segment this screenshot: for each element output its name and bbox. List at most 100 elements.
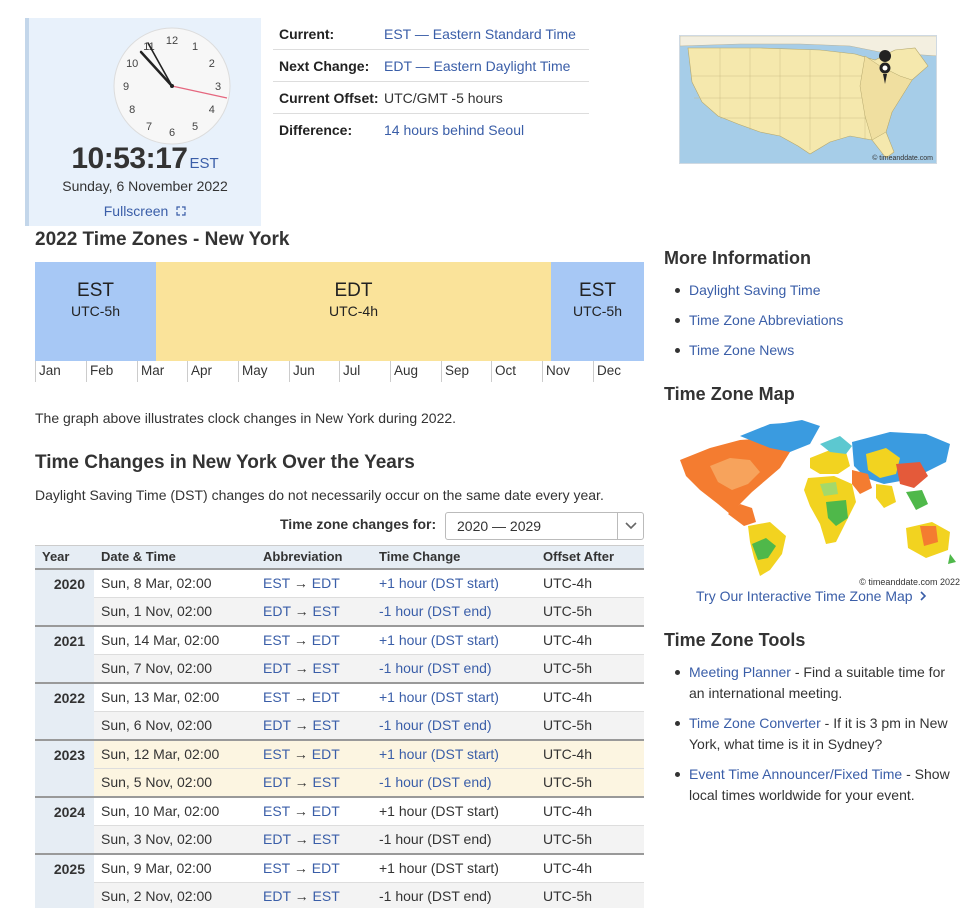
month-label: Aug [390,361,441,382]
month-label: Oct [491,361,542,382]
more-info-heading: More Information [664,248,811,268]
map-copyright: © timeanddate.com [872,155,933,162]
meeting-planner-link[interactable]: Meeting Planner [689,664,791,680]
abbr-to-link[interactable]: EST [313,831,340,847]
tz-news-link[interactable]: Time Zone News [689,342,794,358]
abbr-to-link[interactable]: EDT [312,746,340,762]
arrow-right-icon: → [290,831,313,847]
abbr-from-link[interactable]: EDT [263,831,291,847]
abbr-from-link[interactable]: EDT [263,888,291,904]
time-change-cell: -1 hour (DST end) [372,882,536,908]
table-header-row: Year Date & Time Abbreviation Time Chang… [35,545,644,569]
world-timezone-map[interactable]: © timeanddate.com 2022 [670,418,962,587]
time-change-link[interactable]: +1 hour (DST start) [379,746,499,762]
tz-abbr: EST [77,280,114,301]
clock-panel: 12 1 2 3 4 5 6 7 8 9 10 11 10:53:17 EST Sunday, 6 No… [25,18,261,226]
table-row: Sun, 3 Nov, 02:00 EDT → EST -1 hour (DST e… [35,825,644,854]
list-item: Time Zone News [672,340,962,361]
info-value-link[interactable]: 14 hours behind Seoul [384,122,589,138]
time-change-link[interactable]: -1 hour (DST end) [379,660,492,676]
abbr-from-link[interactable]: EST [263,575,290,591]
tz-offset: UTC-4h [328,303,378,319]
tz-block-est: EST UTC-5h [551,262,644,361]
tz-offset: UTC-5h [572,303,622,319]
abbr-from-link[interactable]: EST [263,689,290,705]
abbr-to-link[interactable]: EDT [312,689,340,705]
time-change-cell: -1 hour (DST end) [372,768,536,797]
column-header: Time Change [372,545,536,569]
info-label: Current Offset: [279,89,379,106]
location-map[interactable]: © timeanddate.com [679,35,937,164]
info-value-link[interactable]: EDT — Eastern Daylight Time [384,58,589,74]
time-change-link[interactable]: -1 hour (DST end) [379,774,492,790]
abbr-from-link[interactable]: EST [263,746,290,762]
year-range-label: Time zone changes for: [280,516,437,532]
interactive-map-link[interactable]: Try Our Interactive Time Zone Map [696,588,927,604]
fullscreen-icon [176,206,186,216]
offset-cell: UTC-5h [536,654,644,683]
month-label: Jul [339,361,390,382]
arrow-right-icon: → [289,575,312,591]
list-item: Daylight Saving Time [672,280,962,301]
date-cell: Sun, 6 Nov, 02:00 [94,711,256,740]
abbreviation-cell: EDT → EST [256,768,372,797]
year-range-select[interactable]: 2020 — 2029 [445,512,644,540]
event-time-announcer-link[interactable]: Event Time Announcer/Fixed Time [689,766,902,782]
date-cell: Sun, 13 Mar, 02:00 [94,681,256,712]
time-change-cell: +1 hour (DST start) [372,852,536,883]
dst-link[interactable]: Daylight Saving Time [689,282,821,298]
fullscreen-button[interactable]: Fullscreen [29,203,261,219]
time-change-text: -1 hour (DST end) [379,888,492,905]
time-change-link[interactable]: +1 hour (DST start) [379,632,499,648]
abbr-to-link[interactable]: EST [313,603,340,619]
info-value-link[interactable]: EST — Eastern Standard Time [384,26,589,42]
abbr-from-link[interactable]: EDT [263,660,291,676]
abbreviation-cell: EST → EDT [256,567,372,598]
chevron-down-icon[interactable] [617,513,643,539]
arrow-right-icon: → [290,888,313,905]
list-item: Meeting Planner - Find a suitable time f… [672,662,962,704]
time-change-cell: -1 hour (DST end) [372,711,536,740]
tz-converter-link[interactable]: Time Zone Converter [689,715,821,731]
abbr-to-link[interactable]: EDT [312,860,340,876]
table-row: Sun, 2 Nov, 02:00 EDT → EST -1 hour (DST e… [35,882,644,908]
clock-date: Sunday, 6 November 2022 [62,178,228,194]
time-change-cell: +1 hour (DST start) [372,738,536,769]
abbr-to-link[interactable]: EDT [312,632,340,648]
time-change-cell: +1 hour (DST start) [372,795,536,826]
table-row: 2020 Sun, 8 Mar, 02:00 EST → EDT +1 hour (D… [35,567,644,626]
abbr-to-link[interactable]: EST [313,888,340,904]
fullscreen-label: Fullscreen [103,203,169,219]
abbr-from-link[interactable]: EST [263,803,290,819]
abbr-to-link[interactable]: EDT [312,803,340,819]
abbr-from-link[interactable]: EST [263,860,290,876]
arrow-right-icon: → [289,746,312,762]
clock-zone[interactable]: EST [189,155,218,172]
abbr-from-link[interactable]: EDT [263,603,291,619]
abbr-to-link[interactable]: EDT [312,575,340,591]
world-map-copyright: © timeanddate.com 2022 [859,577,960,587]
abbr-to-link[interactable]: EST [313,660,340,676]
offset-cell: UTC-5h [536,711,644,740]
abbreviation-cell: EDT → EST [256,882,372,908]
abbr-from-link[interactable]: EST [263,632,290,648]
arrow-right-icon: → [290,660,313,676]
clock-numeral: 4 [209,104,215,116]
clock-numeral: 3 [215,81,221,93]
time-change-link[interactable]: -1 hour (DST end) [379,603,492,619]
abbr-to-link[interactable]: EST [313,774,340,790]
month-label: May [238,361,289,382]
column-header: Offset After [536,545,644,569]
arrow-right-icon: → [289,689,312,705]
tz-abbreviations-link[interactable]: Time Zone Abbreviations [689,312,843,328]
analog-clock: 121234567891011 [113,27,231,145]
date-cell: Sun, 10 Mar, 02:00 [94,795,256,826]
abbr-from-link[interactable]: EDT [263,717,291,733]
time-change-link[interactable]: +1 hour (DST start) [379,689,499,705]
abbr-to-link[interactable]: EST [313,717,340,733]
abbr-from-link[interactable]: EDT [263,774,291,790]
info-row-difference: Difference: 14 hours behind Seoul [273,114,589,146]
time-change-link[interactable]: +1 hour (DST start) [379,575,499,591]
date-cell: Sun, 2 Nov, 02:00 [94,882,256,908]
time-change-link[interactable]: -1 hour (DST end) [379,717,492,733]
